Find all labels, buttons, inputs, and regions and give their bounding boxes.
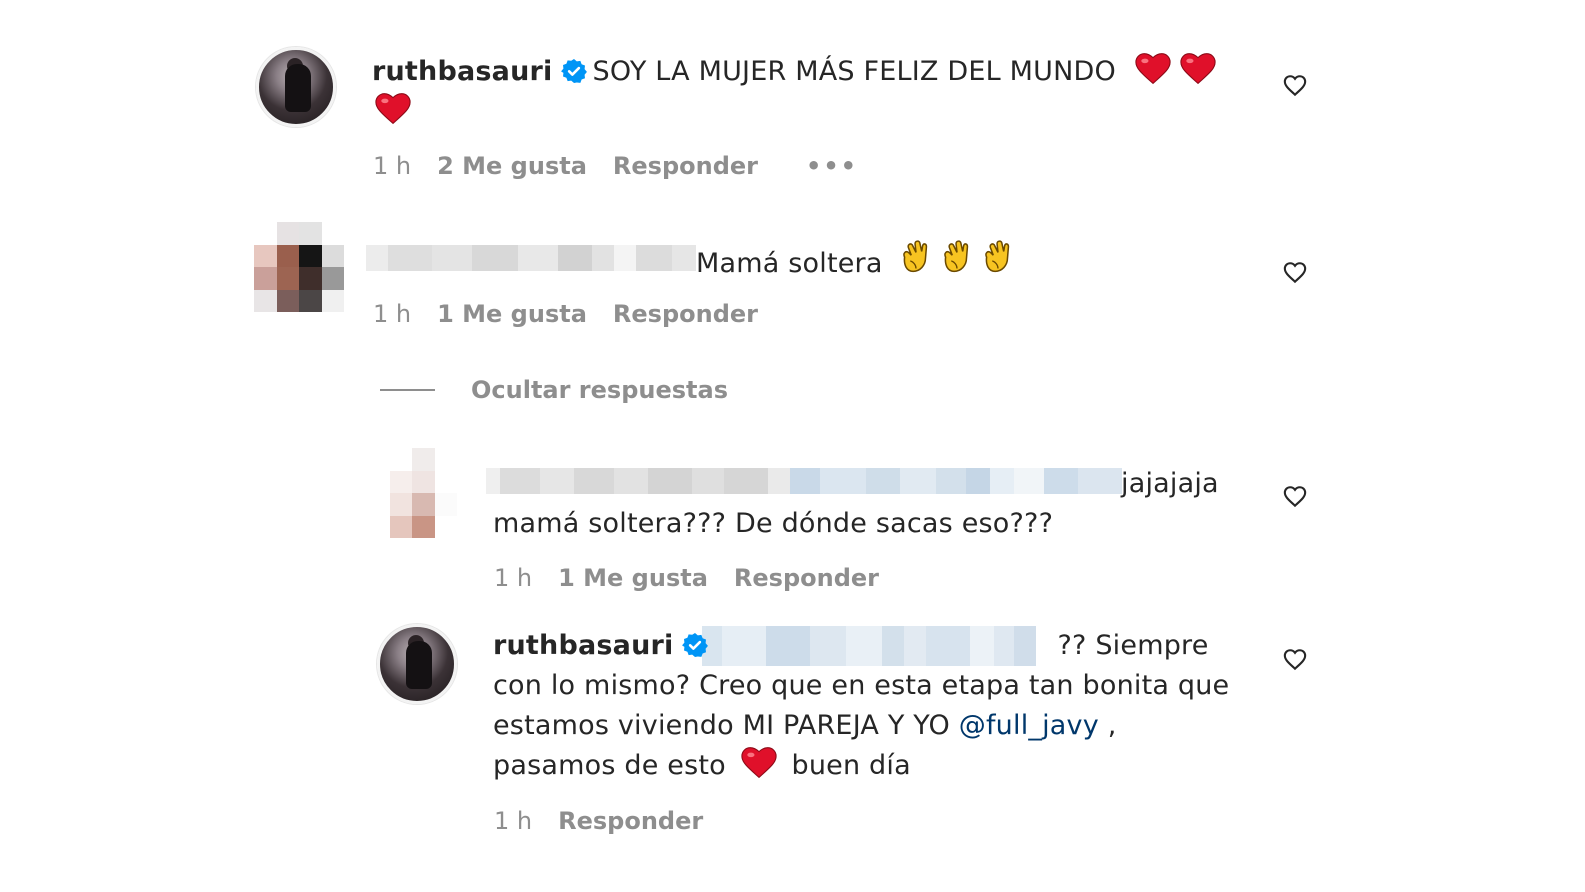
username[interactable]: ruthbasauri — [493, 630, 674, 661]
reply-body-line2: con lo mismo? Creo que en esta etapa tan… — [493, 670, 1230, 701]
likes-count[interactable]: 1 Me gusta — [558, 564, 708, 592]
red-heart-emoji — [1180, 52, 1216, 86]
reply-body-line3: estamos viviendo MI PAREJA Y YO — [493, 710, 950, 741]
avatar-pixelated[interactable] — [367, 448, 457, 538]
clapping-hands-emoji — [938, 240, 976, 278]
reply-meta: 1 h Responder — [494, 807, 703, 835]
comment-text: Mamá soltera — [696, 240, 1017, 284]
hide-replies-label: Ocultar respuestas — [471, 376, 728, 404]
reply-body-line1: jajajaja — [1121, 468, 1219, 499]
timestamp: 1 h — [373, 152, 412, 180]
timestamp: 1 h — [373, 300, 412, 328]
likes-count[interactable]: 1 Me gusta — [437, 300, 587, 328]
heart-outline-icon[interactable] — [1281, 645, 1309, 673]
reply-body-line3-end: , — [1107, 710, 1117, 741]
reply-meta: 1 h 1 Me gusta Responder — [494, 564, 879, 592]
comment-body: Mamá soltera — [696, 248, 883, 279]
reply-text: jajajaja mamá soltera??? De dónde sacas … — [493, 464, 1233, 544]
reply-button[interactable]: Responder — [734, 564, 879, 592]
reply-body-line4a: pasamos de esto — [493, 750, 726, 781]
reply-body-line4b: buen día — [791, 750, 911, 781]
timestamp: 1 h — [494, 564, 533, 592]
hide-replies-button[interactable]: Ocultar respuestas — [380, 376, 728, 404]
divider — [380, 389, 435, 391]
avatar[interactable] — [256, 47, 336, 127]
reply-button[interactable]: Responder — [558, 807, 703, 835]
comment-text: ruthbasauri SOY LA MUJER MÁS FELIZ DEL MU… — [372, 52, 1242, 132]
clapping-hands-emoji — [979, 240, 1017, 278]
heart-outline-icon[interactable] — [1281, 71, 1309, 99]
red-heart-emoji — [1135, 52, 1171, 86]
verified-badge-icon — [561, 58, 587, 84]
username-pixelated[interactable] — [366, 245, 696, 271]
red-heart-emoji — [741, 746, 777, 780]
avatar[interactable] — [377, 624, 457, 704]
comment-meta: 1 h 2 Me gusta Responder ••• — [373, 152, 858, 180]
reply-button[interactable]: Responder — [613, 152, 758, 180]
likes-count[interactable]: 2 Me gusta — [437, 152, 587, 180]
more-options-icon[interactable]: ••• — [806, 152, 858, 180]
reply-button[interactable]: Responder — [613, 300, 758, 328]
reply-body-line1: ?? Siempre — [1057, 630, 1209, 661]
red-heart-emoji — [375, 92, 411, 126]
reply-text: ruthbasauri ?? Siempre con lo mismo? Creo… — [493, 626, 1253, 786]
timestamp: 1 h — [494, 807, 533, 835]
heart-outline-icon[interactable] — [1281, 258, 1309, 286]
comment-body: SOY LA MUJER MÁS FELIZ DEL MUNDO — [592, 56, 1116, 87]
clapping-hands-emoji — [897, 240, 935, 278]
mention-link[interactable]: @full_javy — [959, 710, 1099, 741]
heart-outline-icon[interactable] — [1281, 482, 1309, 510]
username[interactable]: ruthbasauri — [372, 56, 553, 87]
reply-body-line2: mamá soltera??? De dónde sacas eso??? — [493, 508, 1054, 539]
avatar-pixelated[interactable] — [254, 222, 344, 312]
verified-badge-icon — [682, 632, 708, 658]
comment-meta: 1 h 1 Me gusta Responder — [373, 300, 758, 328]
